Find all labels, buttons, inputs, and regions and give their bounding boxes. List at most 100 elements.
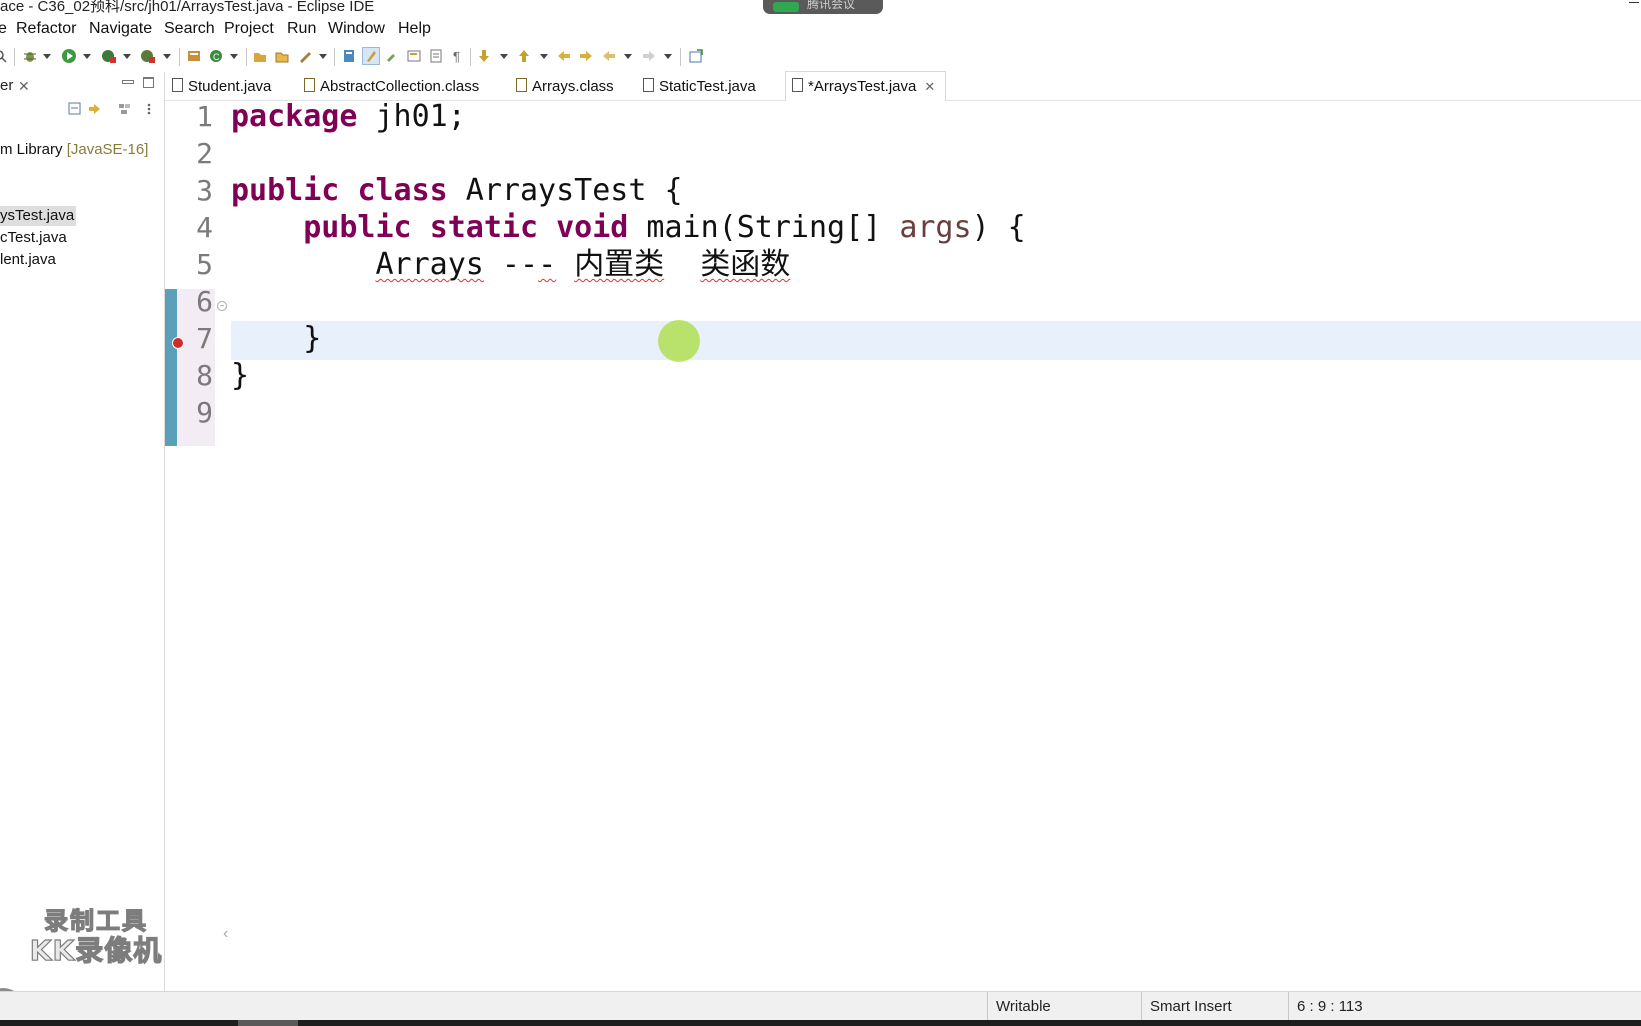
- block-selection-icon[interactable]: [384, 48, 400, 64]
- previous-annotation-dropdown-icon[interactable]: [540, 54, 548, 59]
- mouse-cursor-highlight: [658, 320, 700, 362]
- coverage-icon[interactable]: [101, 48, 117, 64]
- window-title-bar: ace - C36_02预科/src/jh01/ArraysTest.java …: [0, 0, 1641, 14]
- pilcrow-icon[interactable]: ¶: [450, 48, 466, 64]
- line-number: 4: [196, 211, 213, 244]
- java-file-icon: [792, 78, 803, 92]
- menu-window[interactable]: Window: [328, 14, 385, 44]
- view-menu-icon[interactable]: [142, 102, 156, 116]
- line-number: 5: [196, 248, 213, 281]
- run-dropdown-icon[interactable]: [83, 54, 91, 59]
- tab-student-java[interactable]: Student.java: [172, 72, 271, 100]
- link-with-editor-icon[interactable]: [88, 102, 102, 116]
- code-text: 内置类: [574, 247, 665, 282]
- maximize-view-icon[interactable]: [143, 77, 154, 88]
- tree-item-label: lent.java: [0, 251, 56, 268]
- coverage-dropdown-icon[interactable]: [123, 54, 131, 59]
- tree-item-label: m Library: [0, 141, 67, 158]
- svg-text:¶: ¶: [453, 49, 460, 64]
- close-tab-icon[interactable]: ✕: [924, 79, 935, 94]
- line-number: 2: [196, 137, 213, 170]
- next-annotation-dropdown-icon[interactable]: [500, 54, 508, 59]
- menu-help[interactable]: Help: [398, 14, 431, 44]
- status-cursor-position[interactable]: 6 : 9 : 113: [1288, 992, 1437, 1022]
- task-dropdown-icon[interactable]: [319, 54, 327, 59]
- tree-item-jre-library[interactable]: m Library [JavaSE-16]: [0, 140, 150, 160]
- external-tools-dropdown-icon[interactable]: [163, 54, 171, 59]
- watermark-line-1: 录制工具: [43, 906, 148, 935]
- tab-arraystest-java[interactable]: *ArraysTest.java ✕: [785, 71, 947, 101]
- forward-edit-icon[interactable]: [578, 48, 594, 64]
- close-view-icon[interactable]: ✕: [18, 78, 30, 95]
- tab-statictest-java[interactable]: StaticTest.java: [643, 72, 756, 100]
- run-icon[interactable]: [61, 48, 77, 64]
- word-wrap-icon[interactable]: [406, 48, 422, 64]
- code-text: -: [538, 247, 557, 282]
- menu-bar: e Refactor Navigate Search Project Run W…: [0, 14, 1641, 44]
- code-text: }: [303, 321, 322, 356]
- forward-dropdown-icon[interactable]: [664, 54, 672, 59]
- last-edit-location-icon[interactable]: [556, 48, 572, 64]
- keyword: public: [303, 210, 412, 245]
- menu-file[interactable]: e: [0, 14, 7, 44]
- meeting-overlay-pill[interactable]: 腾讯会议: [763, 0, 883, 14]
- open-folder-icon[interactable]: [274, 48, 290, 64]
- keyword: static: [429, 210, 539, 245]
- filter-icon[interactable]: [118, 102, 132, 116]
- highlight-icon[interactable]: [362, 47, 380, 65]
- open-type-icon[interactable]: [252, 48, 268, 64]
- code-text: jh01;: [357, 99, 466, 134]
- tab-label: AbstractCollection.class: [320, 78, 480, 95]
- code-line-5: Arrays --- 内置类 类函数: [231, 246, 791, 284]
- pin-editor-icon[interactable]: [688, 48, 704, 64]
- tab-arrays-class[interactable]: Arrays.class: [516, 72, 614, 100]
- package-explorer-panel: er ✕ m Library [JavaSE-16] ysTest.java c…: [0, 72, 165, 1026]
- watermark-line-2: KK录像机: [29, 934, 163, 967]
- new-java-project-icon[interactable]: [186, 48, 202, 64]
- tab-label: Student.java: [188, 78, 272, 95]
- previous-annotation-icon[interactable]: [516, 48, 532, 64]
- search-icon[interactable]: [0, 48, 8, 64]
- line-number: 9: [196, 396, 213, 429]
- forward-arrow-icon[interactable]: [641, 48, 657, 64]
- java-file-icon: [643, 78, 654, 92]
- menu-refactor[interactable]: Refactor: [16, 14, 76, 44]
- status-insert-mode[interactable]: Smart Insert: [1141, 992, 1290, 1022]
- menu-project[interactable]: Project: [224, 14, 274, 44]
- parameter-name: args: [899, 210, 972, 245]
- tree-item-arraystest[interactable]: ysTest.java: [0, 206, 77, 226]
- tree-item-statictest[interactable]: cTest.java: [0, 228, 69, 248]
- new-class-icon[interactable]: C: [208, 48, 224, 64]
- toolbar-separator: [14, 48, 15, 66]
- fold-collapse-icon[interactable]: −: [217, 301, 227, 311]
- toolbar-separator: [179, 48, 180, 66]
- back-dropdown-icon[interactable]: [624, 54, 632, 59]
- tab-abstractcollection-class[interactable]: AbstractCollection.class: [304, 72, 479, 100]
- menu-navigate[interactable]: Navigate: [89, 14, 152, 44]
- code-editor[interactable]: − 1 2 3 4 5 6 7 8 9 package jh01; public…: [165, 99, 1641, 971]
- external-tools-icon[interactable]: [140, 48, 156, 64]
- tree-item-student[interactable]: lent.java: [0, 250, 58, 270]
- meeting-pill-label: 腾讯会议: [807, 0, 856, 11]
- minimize-view-icon[interactable]: [122, 80, 134, 84]
- package-explorer-tab[interactable]: er: [0, 72, 13, 100]
- debug-icon[interactable]: [22, 48, 38, 64]
- open-task-icon[interactable]: [297, 48, 313, 64]
- minimize-icon[interactable]: [1629, 2, 1639, 3]
- toggle-mark-occurrences-icon[interactable]: [341, 48, 357, 64]
- code-line-3: public class ArraysTest {: [231, 172, 683, 210]
- next-annotation-icon[interactable]: [476, 48, 492, 64]
- taskbar-segment: [238, 1020, 298, 1026]
- line-number: 8: [196, 359, 213, 392]
- tree-item-tag: [JavaSE-16]: [66, 141, 149, 158]
- code-text: }: [231, 358, 250, 393]
- show-whitespace-icon[interactable]: [428, 48, 444, 64]
- menu-run[interactable]: Run: [287, 14, 316, 44]
- back-arrow-icon[interactable]: [601, 48, 617, 64]
- menu-search[interactable]: Search: [164, 14, 215, 44]
- new-dropdown-icon[interactable]: [230, 54, 238, 59]
- scroll-left-icon[interactable]: ‹: [223, 925, 228, 943]
- code-line-8: }: [231, 357, 249, 395]
- debug-dropdown-icon[interactable]: [43, 54, 51, 59]
- collapse-all-icon[interactable]: [68, 102, 82, 116]
